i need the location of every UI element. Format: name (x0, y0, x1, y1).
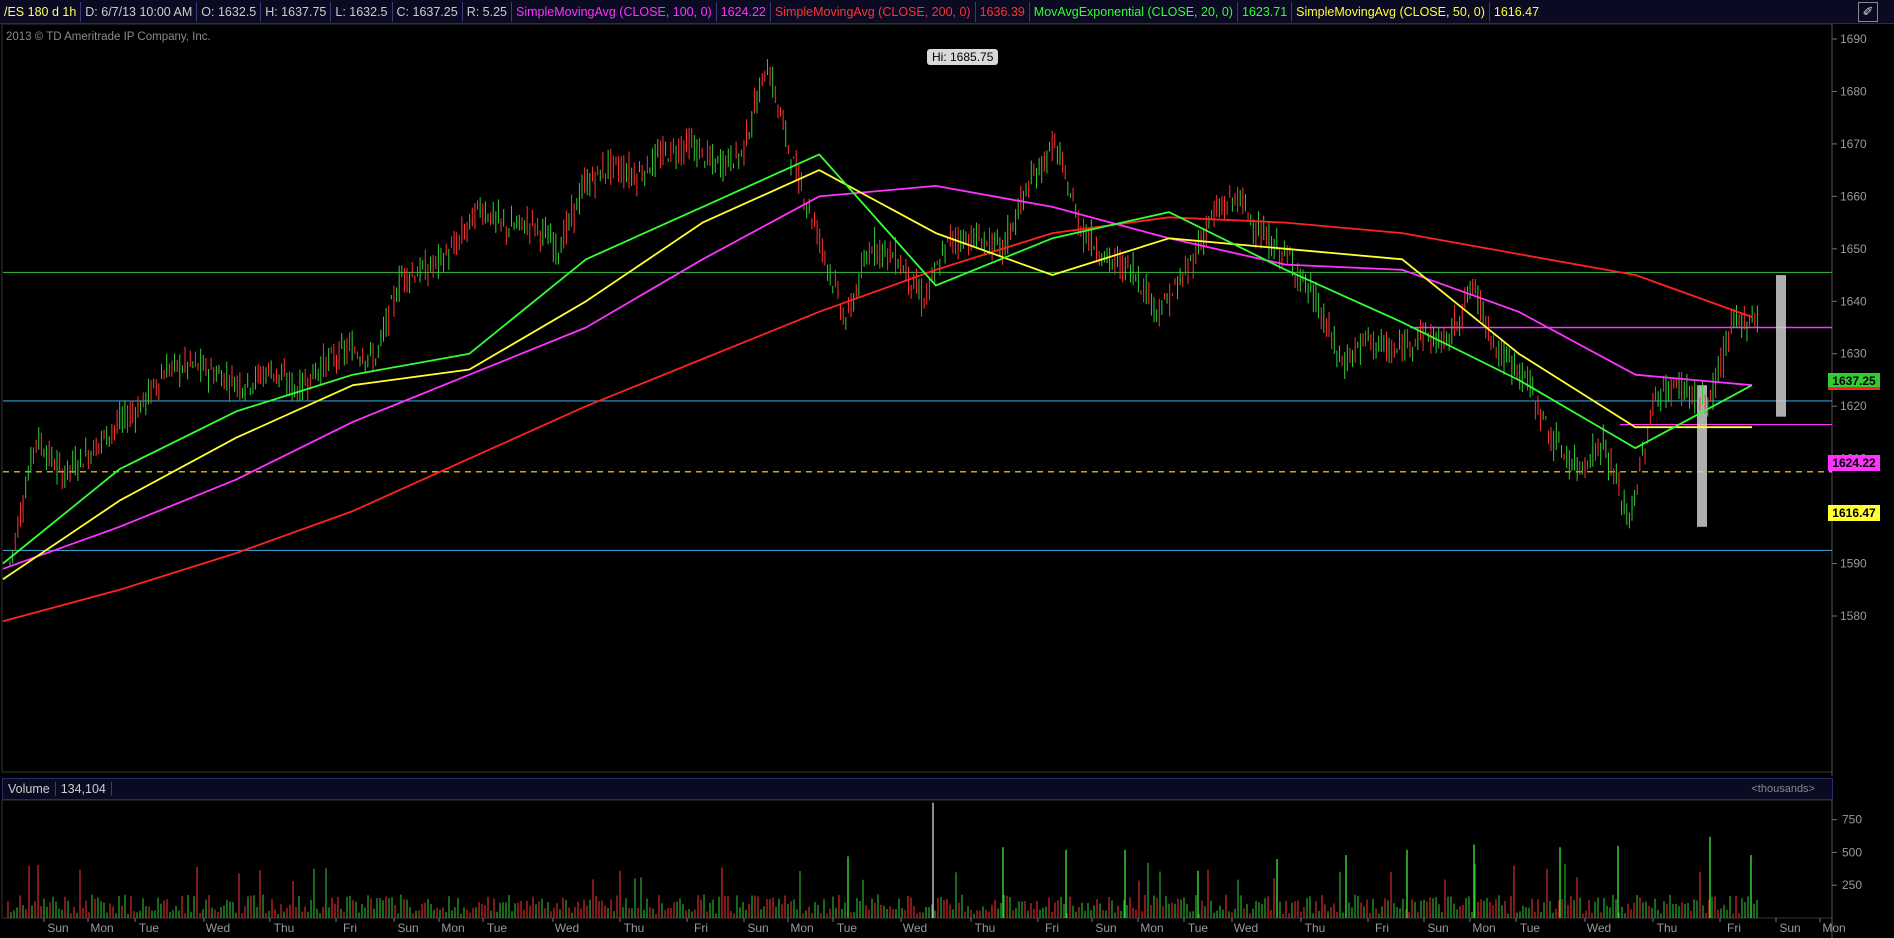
volume-label[interactable]: Volume (3, 782, 56, 796)
x-tick-label: Fri (694, 921, 708, 935)
volume-tick-label: 250 (1842, 878, 1862, 892)
x-tick-label: Fri (343, 921, 357, 935)
draw-tool-icon[interactable]: ✐ (1858, 2, 1878, 22)
x-tick-label: Wed (903, 921, 927, 935)
x-tick-label: Tue (1188, 921, 1209, 935)
x-tick-label: Sun (1427, 921, 1448, 935)
last-price-tag: 1637.25 (1828, 373, 1880, 390)
x-tick-label: Mon (1822, 921, 1845, 935)
x-tick-label: Sun (747, 921, 768, 935)
x-tick-label: Mon (1472, 921, 1495, 935)
high-annotation: Hi: 1685.75 (927, 49, 999, 65)
y-tick-label: 1640 (1840, 294, 1867, 308)
highlight-bar (1776, 275, 1786, 417)
open-label: O: 1632.5 (196, 1, 260, 22)
x-tick-label: Mon (1140, 921, 1163, 935)
x-tick-label: Thu (274, 921, 295, 935)
x-tick-label: Wed (206, 921, 230, 935)
volume-value: 134,104 (56, 782, 112, 796)
ema20-study-label[interactable]: MovAvgExponential (CLOSE, 20, 0) (1028, 1, 1237, 22)
x-tick-label: Mon (790, 921, 813, 935)
y-tick-label: 1660 (1840, 189, 1867, 203)
x-tick-label: Thu (1305, 921, 1326, 935)
x-tick-label: Tue (837, 921, 858, 935)
sma100-study-label[interactable]: SimpleMovingAvg (CLOSE, 100, 0) (511, 1, 716, 22)
volume-tick-label: 750 (1842, 813, 1862, 827)
sma200-study-label[interactable]: SimpleMovingAvg (CLOSE, 200, 0) (769, 1, 975, 22)
symbol-label[interactable]: /ES 180 d 1h (0, 2, 80, 22)
x-tick-label: Thu (975, 921, 996, 935)
sma50-price-tag: 1616.47 (1828, 505, 1880, 521)
y-tick-label: 1580 (1840, 609, 1867, 623)
x-tick-label: Wed (1587, 921, 1611, 935)
x-tick-label: Mon (90, 921, 113, 935)
x-tick-label: Sun (397, 921, 418, 935)
x-tick-label: Sun (47, 921, 68, 935)
volume-units: <thousands> (1751, 783, 1815, 795)
x-tick-label: Tue (1520, 921, 1541, 935)
volume-plot-border (1, 799, 1833, 919)
x-tick-label: Sun (1095, 921, 1116, 935)
x-tick-label: Wed (1234, 921, 1258, 935)
low-label: L: 1632.5 (330, 1, 391, 22)
y-tick-label: 1680 (1840, 84, 1867, 98)
x-tick-label: Sun (1779, 921, 1800, 935)
chart-header: /ES 180 d 1h D: 6/7/13 10:00 AM O: 1632.… (0, 0, 1894, 24)
sma100-value: 1624.22 (715, 1, 770, 22)
sma100-price-tag: 1624.22 (1828, 455, 1880, 471)
price-chart[interactable]: 1690168016701660165016401630162016101600… (0, 24, 1894, 776)
y-tick-label: 1630 (1840, 347, 1867, 361)
volume-header: Volume 134,104 <thousands> (2, 778, 1833, 800)
sma200-value: 1636.39 (974, 1, 1029, 22)
volume-tick-label: 500 (1842, 845, 1862, 859)
sma50-study-label[interactable]: SimpleMovingAvg (CLOSE, 50, 0) (1291, 1, 1489, 22)
y-tick-label: 1690 (1840, 32, 1867, 46)
range-label: R: 5.25 (461, 1, 511, 22)
high-label: H: 1637.75 (260, 1, 330, 22)
sma50-line (2, 169, 1752, 581)
x-tick-label: Thu (1657, 921, 1678, 935)
ema20-value: 1623.71 (1236, 1, 1291, 22)
close-label: C: 1637.25 (391, 1, 462, 22)
sma200-line (2, 216, 1753, 623)
y-tick-label: 1670 (1840, 137, 1867, 151)
x-tick-label: Thu (624, 921, 645, 935)
date-label: D: 6/7/13 10:00 AM (80, 1, 196, 22)
x-tick-label: Fri (1375, 921, 1389, 935)
x-tick-label: Tue (139, 921, 160, 935)
x-tick-label: Mon (441, 921, 464, 935)
x-tick-label: Fri (1045, 921, 1059, 935)
y-tick-label: 1590 (1840, 557, 1867, 571)
ema20-line (2, 153, 1753, 565)
sma100-line (2, 185, 1753, 570)
sma50-value: 1616.47 (1488, 1, 1543, 22)
y-tick-label: 1650 (1840, 242, 1867, 256)
x-tick-label: Fri (1727, 921, 1741, 935)
x-tick-label: Tue (487, 921, 508, 935)
x-tick-label: Wed (555, 921, 579, 935)
y-tick-label: 1620 (1840, 399, 1867, 413)
